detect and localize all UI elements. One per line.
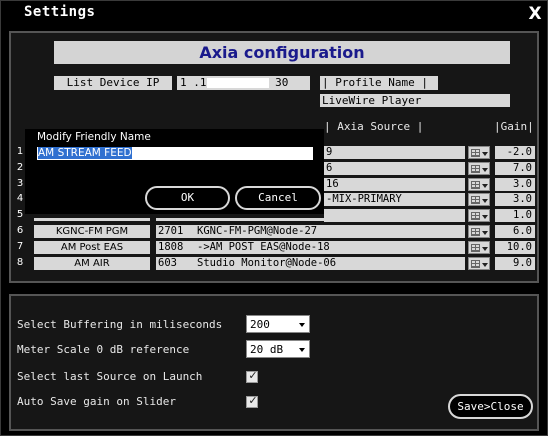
buffering-label: Select Buffering in miliseconds: [17, 318, 223, 331]
chevron-down-icon: [299, 323, 305, 327]
chevron-down-icon: [482, 152, 488, 156]
grid-icon: [471, 212, 480, 220]
friendly-name-button[interactable]: AM Post EAS: [34, 241, 150, 254]
gain-field[interactable]: 9.0: [495, 257, 535, 270]
close-button[interactable]: X: [526, 4, 544, 24]
channel-field[interactable]: 1808: [156, 241, 196, 254]
profile-name-field[interactable]: LiveWire Player: [320, 94, 510, 107]
row-divider: [156, 218, 324, 221]
chevron-down-icon: [482, 215, 488, 219]
gain-field[interactable]: 10.0: [495, 241, 535, 254]
friendly-name-button[interactable]: KGNC-FM PGM: [34, 225, 150, 238]
list-device-ip-button[interactable]: List Device IP: [54, 76, 172, 90]
row-number: 6: [16, 225, 24, 236]
ip-prefix: 1: [180, 76, 187, 89]
chevron-down-icon: [482, 247, 488, 251]
buffering-select[interactable]: 200: [246, 315, 310, 333]
buffering-value: 200: [250, 318, 270, 331]
source-dropdown[interactable]: [468, 209, 490, 222]
grid-icon: [471, 181, 480, 189]
grid-icon: [471, 244, 480, 252]
auto-save-checkbox[interactable]: ✓: [246, 394, 258, 408]
axia-source-field[interactable]: ->AM POST EAS@Node-18: [195, 241, 465, 254]
gain-field[interactable]: 7.0: [495, 162, 535, 175]
chevron-down-icon: [299, 348, 305, 352]
chevron-down-icon: [482, 184, 488, 188]
row-divider: [34, 218, 150, 221]
source-dropdown[interactable]: [468, 257, 490, 270]
source-dropdown[interactable]: [468, 225, 490, 238]
source-dropdown[interactable]: [468, 193, 490, 206]
channel-field[interactable]: 2701: [156, 225, 196, 238]
grid-icon: [471, 196, 480, 204]
grid-icon: [471, 165, 480, 173]
gain-field[interactable]: -2.0: [495, 146, 535, 159]
meter-scale-label: Meter Scale 0 dB reference: [17, 343, 190, 356]
ip-middle: .1: [193, 76, 207, 89]
last-source-label: Select last Source on Launch: [17, 370, 203, 383]
device-ip-field[interactable]: 1 .1 30: [177, 76, 310, 90]
profile-name-label: | Profile Name |: [320, 76, 438, 90]
chevron-down-icon: [482, 231, 488, 235]
checkmark-icon: ✓: [248, 369, 258, 382]
friendly-name-selected-text: AM STREAM FEED: [38, 147, 132, 159]
gain-field[interactable]: 3.0: [495, 193, 535, 206]
save-close-button[interactable]: Save>Close: [448, 394, 533, 419]
source-dropdown[interactable]: [468, 162, 490, 175]
meter-scale-value: 20 dB: [250, 343, 284, 356]
grid-icon: [471, 260, 480, 268]
gain-field[interactable]: 1.0: [495, 209, 535, 222]
row-number: 8: [16, 257, 24, 268]
ip-suffix: 30: [275, 76, 289, 89]
cancel-button[interactable]: Cancel: [235, 186, 321, 210]
ok-button[interactable]: OK: [145, 186, 230, 210]
friendly-name-button[interactable]: AM AIR: [34, 257, 150, 270]
axia-source-field[interactable]: -MIX-PRIMARY: [324, 193, 465, 206]
checkmark-icon: ✓: [248, 394, 258, 407]
grid-icon: [471, 149, 480, 157]
chevron-down-icon: [482, 168, 488, 172]
chevron-down-icon: [482, 199, 488, 203]
grid-icon: [471, 228, 480, 236]
window-title: Settings: [24, 4, 96, 20]
axia-source-field[interactable]: 6: [324, 162, 465, 175]
ip-redaction: [206, 78, 269, 88]
axia-source-field[interactable]: 16: [324, 178, 465, 191]
gain-column-header: |Gain|: [494, 120, 534, 133]
source-dropdown[interactable]: [468, 241, 490, 254]
axia-source-field[interactable]: [324, 209, 465, 222]
source-dropdown[interactable]: [468, 146, 490, 159]
axia-source-field[interactable]: Studio Monitor@Node-06: [195, 257, 465, 270]
axia-source-field[interactable]: 9: [324, 146, 465, 159]
axia-config-heading: Axia configuration: [54, 41, 510, 64]
auto-save-label: Auto Save gain on Slider: [17, 395, 176, 408]
last-source-checkbox[interactable]: ✓: [246, 369, 258, 383]
chevron-down-icon: [482, 263, 488, 267]
source-dropdown[interactable]: [468, 178, 490, 191]
friendly-name-input[interactable]: AM STREAM FEED: [37, 147, 313, 160]
meter-scale-select[interactable]: 20 dB: [246, 340, 310, 358]
gain-field[interactable]: 3.0: [495, 178, 535, 191]
row-number: 7: [16, 241, 24, 252]
channel-field[interactable]: 603: [156, 257, 196, 270]
axia-source-column-header: | Axia Source |: [324, 120, 424, 133]
axia-source-field[interactable]: KGNC-FM-PGM@Node-27: [195, 225, 465, 238]
modify-name-label: Modify Friendly Name: [37, 131, 151, 143]
gain-field[interactable]: 6.0: [495, 225, 535, 238]
